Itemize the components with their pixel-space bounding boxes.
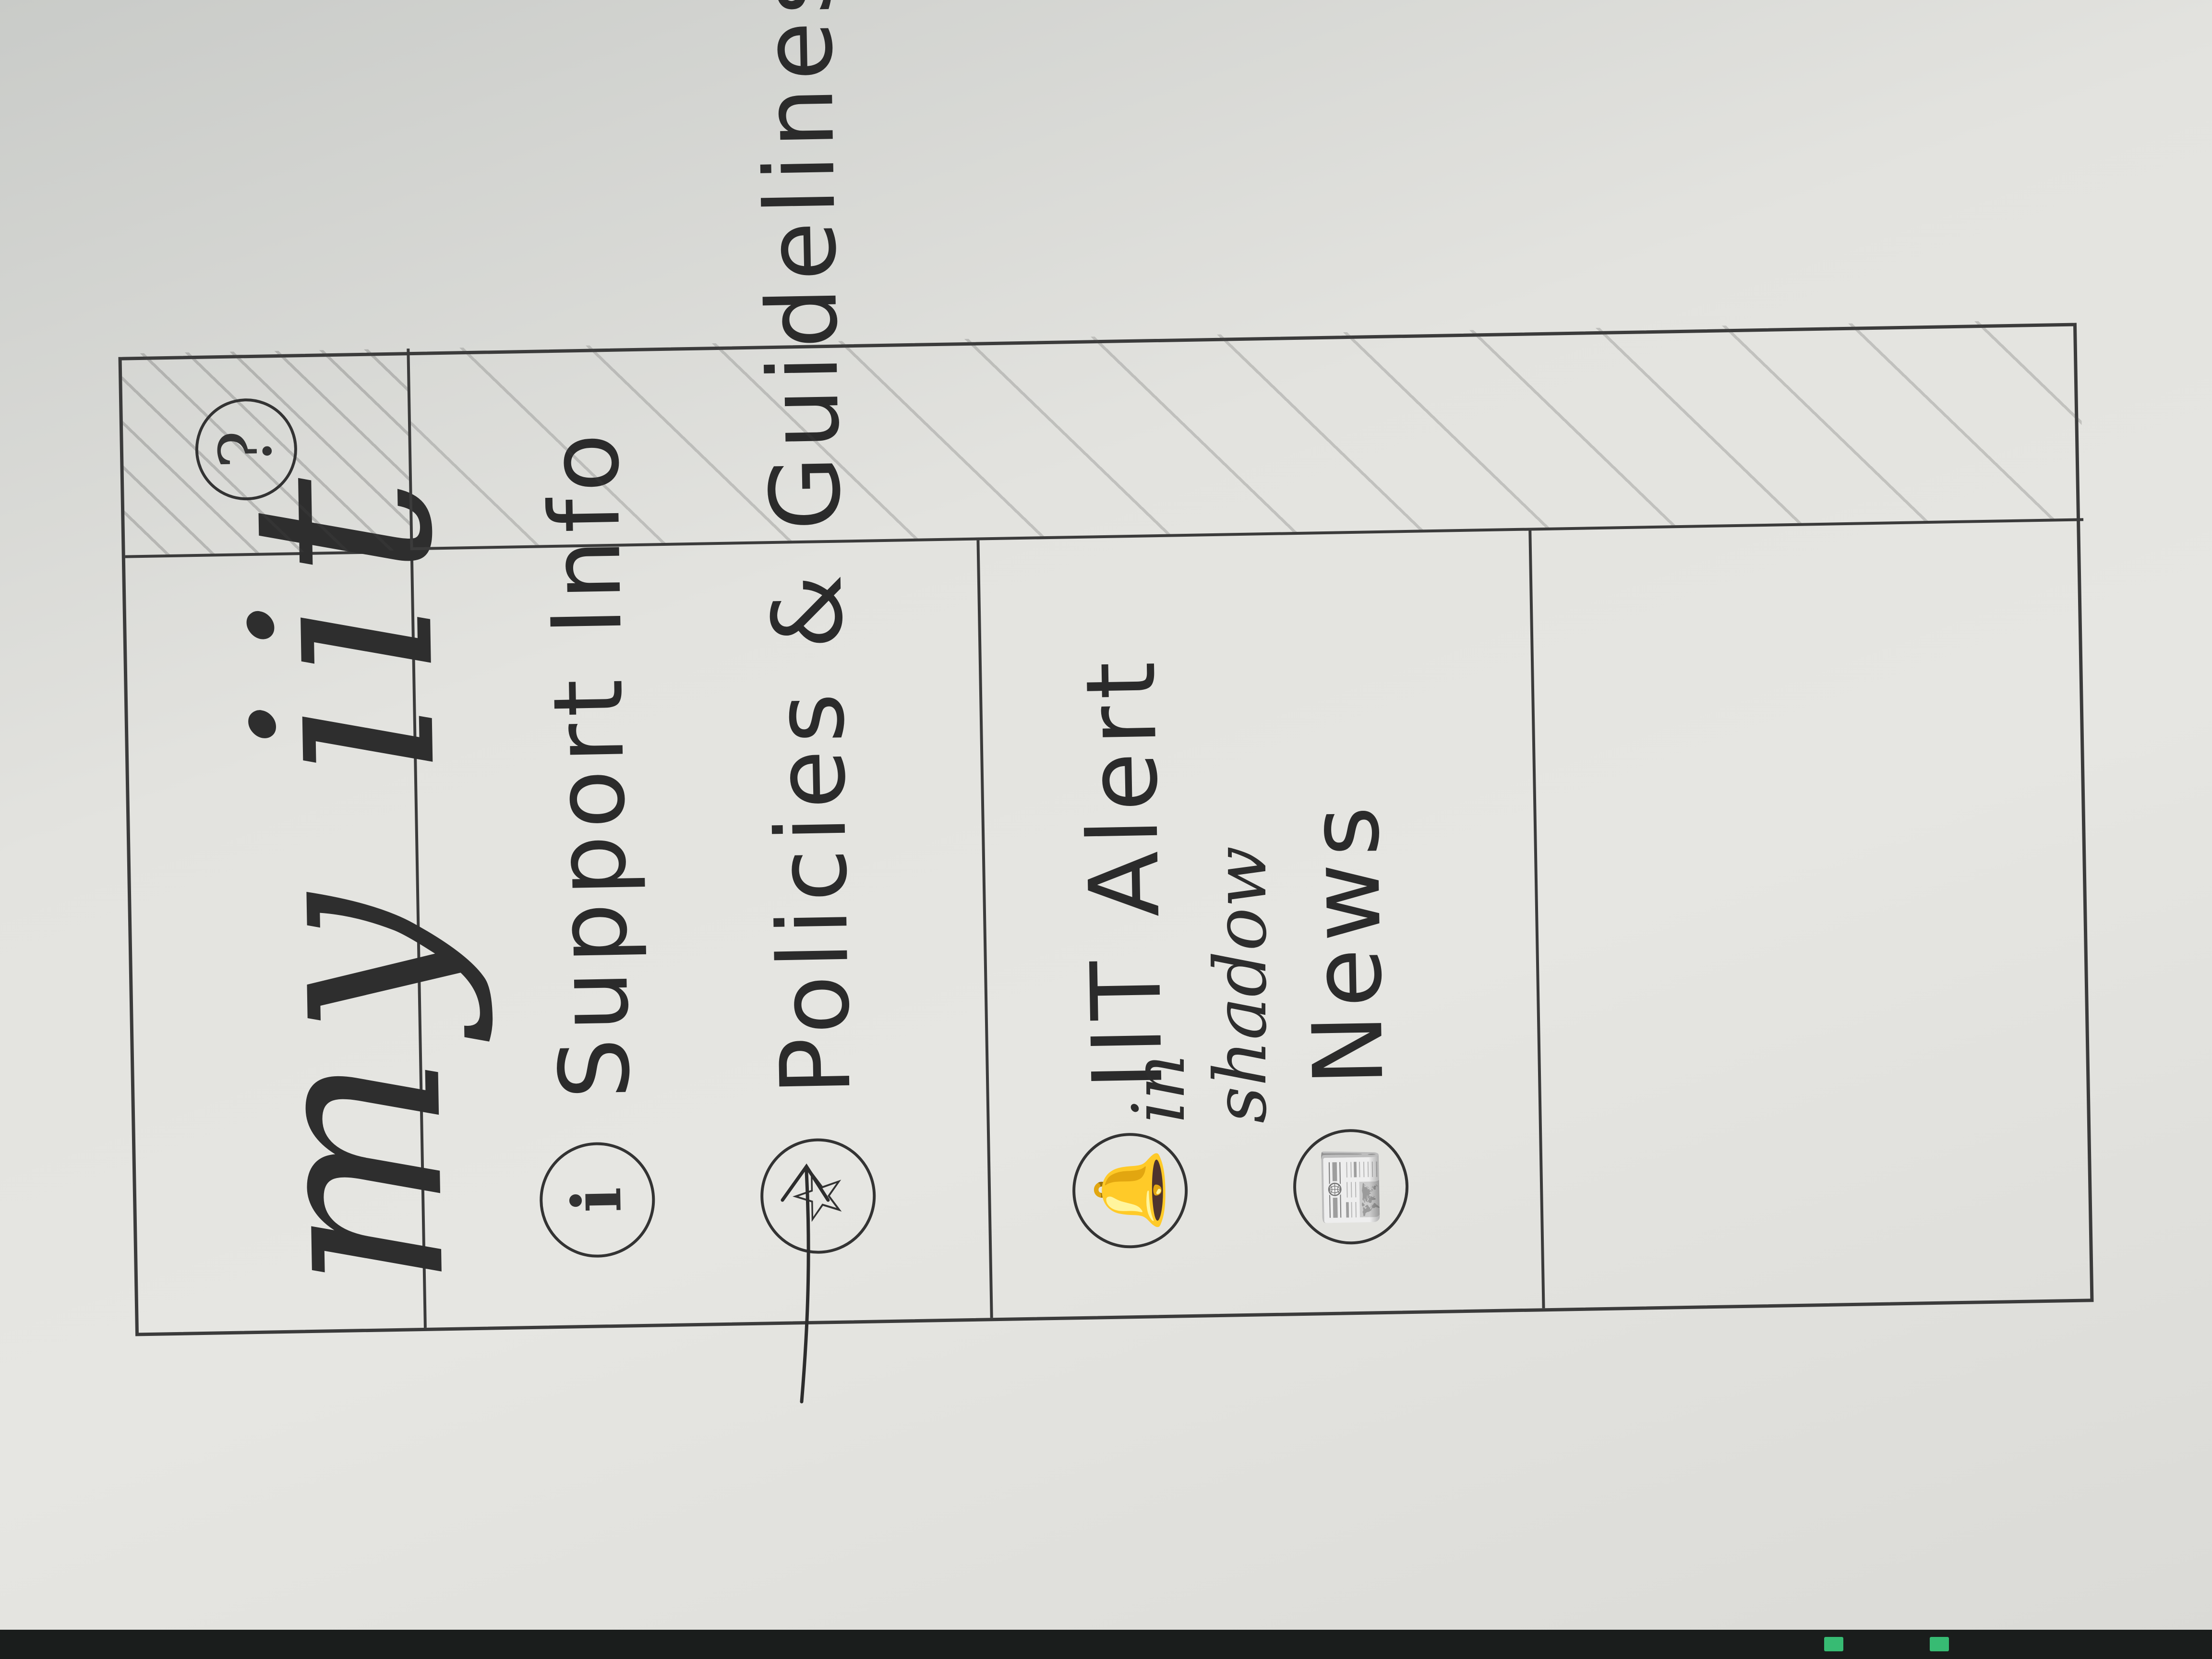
bell-icon: 🔔 [1071,1132,1189,1250]
menu-section-primary: ℹ Support Info ☆ Policies & Guidelines [413,0,993,1328]
shadow-overlay[interactable] [409,319,2084,551]
annotation-note: in shadow [1118,846,1283,1123]
newspaper-icon: 📰 [1292,1128,1410,1246]
keyboard-light [1824,1637,1843,1651]
phone-frame: my iit ? ℹ Support Info ☆ Policies & Gui… [118,0,2097,1336]
desk-edge [0,1630,2212,1659]
app-sketch: my iit ? ℹ Support Info ☆ Policies & Gui… [118,0,2097,1336]
menu-item-support-info[interactable]: ℹ Support Info [521,426,661,1259]
arrow-annotation [781,1163,830,1404]
keyboard-light [1930,1637,1949,1651]
question-icon[interactable]: ? [194,397,298,501]
app-header: my iit [125,456,501,1333]
help-corner: ? [121,349,413,555]
info-icon: ℹ [539,1141,656,1259]
menu-item-label: Policies & Guidelines [740,0,873,1096]
menu-item-label: News [1288,798,1405,1087]
menu-section-empty [1531,521,2097,1308]
menu-item-news[interactable]: 📰 News [1282,799,1414,1246]
menu-item-policies-guidelines[interactable]: ☆ Policies & Guidelines [734,0,881,1255]
